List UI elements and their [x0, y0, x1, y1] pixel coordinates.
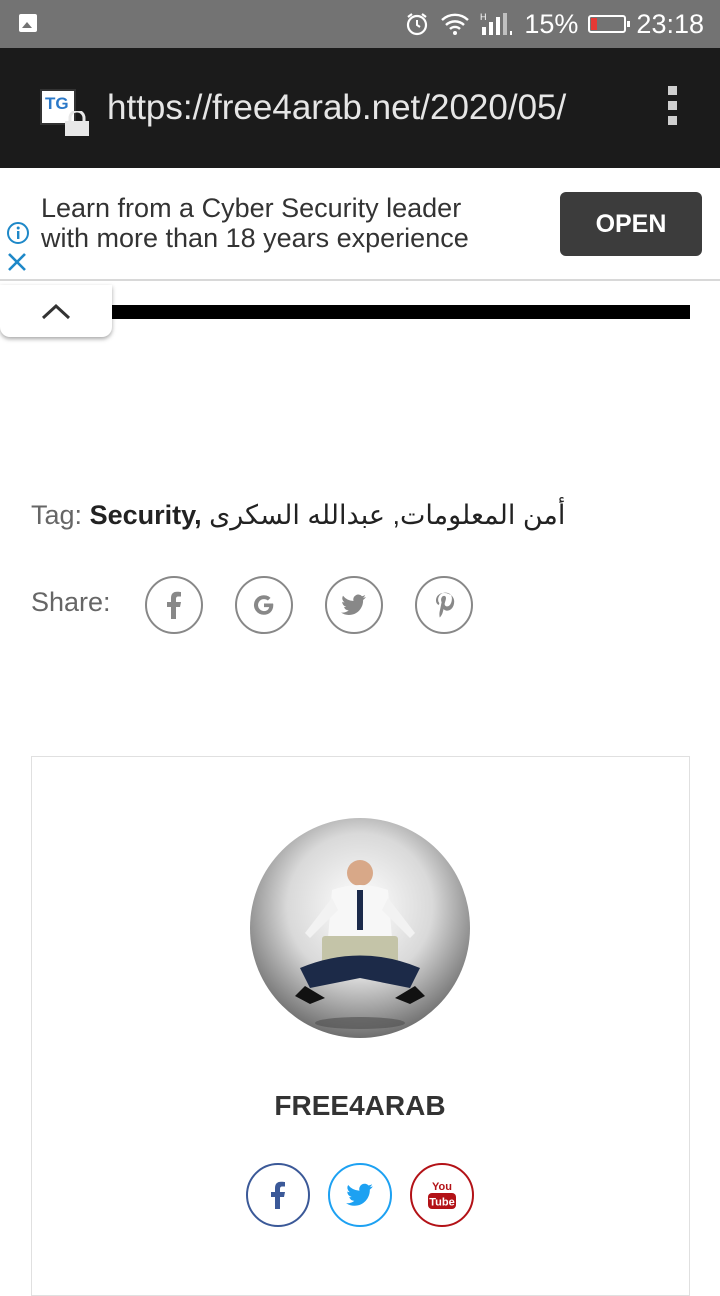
tag-link[interactable]: أمن المعلومات, عبدالله السكرى	[209, 500, 565, 530]
collapse-ad-button[interactable]	[0, 285, 112, 337]
close-icon[interactable]	[6, 251, 28, 273]
info-icon[interactable]	[6, 221, 30, 245]
youtube-text-top: You	[432, 1181, 452, 1193]
wifi-icon	[440, 12, 470, 36]
share-pinterest-button[interactable]	[415, 576, 473, 634]
facebook-icon	[271, 1181, 285, 1209]
author-avatar	[250, 818, 470, 1038]
alarm-icon	[404, 11, 430, 37]
author-youtube-button[interactable]: You Tube	[410, 1163, 474, 1227]
tag-link[interactable]: Security,	[90, 500, 202, 530]
ad-text-line2: with more than 18 years experience	[41, 223, 469, 253]
share-facebook-button[interactable]	[145, 576, 203, 634]
chevron-up-icon	[41, 303, 71, 320]
author-twitter-button[interactable]	[328, 1163, 392, 1227]
ad-open-button[interactable]: OPEN	[560, 192, 702, 256]
tags-row: Tag: Security, أمن المعلومات, عبدالله ال…	[31, 500, 565, 531]
author-name[interactable]: FREE4ARAB	[0, 1090, 720, 1122]
status-bar: H 15% 23:18	[0, 0, 720, 48]
overflow-menu-icon[interactable]	[664, 86, 680, 130]
twitter-icon	[346, 1183, 373, 1206]
twitter-icon	[341, 594, 366, 615]
lock-icon[interactable]	[63, 109, 91, 137]
tags-label: Tag:	[31, 500, 83, 530]
battery-icon	[588, 15, 631, 33]
ad-text[interactable]: Learn from a Cyber Security leader with …	[41, 193, 541, 253]
pinterest-icon	[436, 592, 455, 618]
content-divider	[112, 305, 690, 319]
youtube-text-bottom: Tube	[429, 1197, 454, 1209]
cell-signal-icon: H	[480, 11, 514, 37]
clock: 23:18	[636, 8, 704, 39]
battery-percent: 15%	[524, 8, 579, 39]
url-field[interactable]: https://free4arab.net/2020/05/	[107, 88, 566, 128]
share-twitter-button[interactable]	[325, 576, 383, 634]
youtube-icon: You Tube	[428, 1181, 456, 1209]
share-google-button[interactable]	[235, 576, 293, 634]
share-label: Share:	[31, 587, 111, 617]
facebook-icon	[167, 591, 181, 619]
ad-text-line1: Learn from a Cyber Security leader	[41, 193, 462, 223]
gallery-notification-icon	[19, 14, 37, 32]
network-type-label: H	[480, 12, 487, 22]
author-facebook-button[interactable]	[246, 1163, 310, 1227]
google-icon	[253, 595, 274, 615]
